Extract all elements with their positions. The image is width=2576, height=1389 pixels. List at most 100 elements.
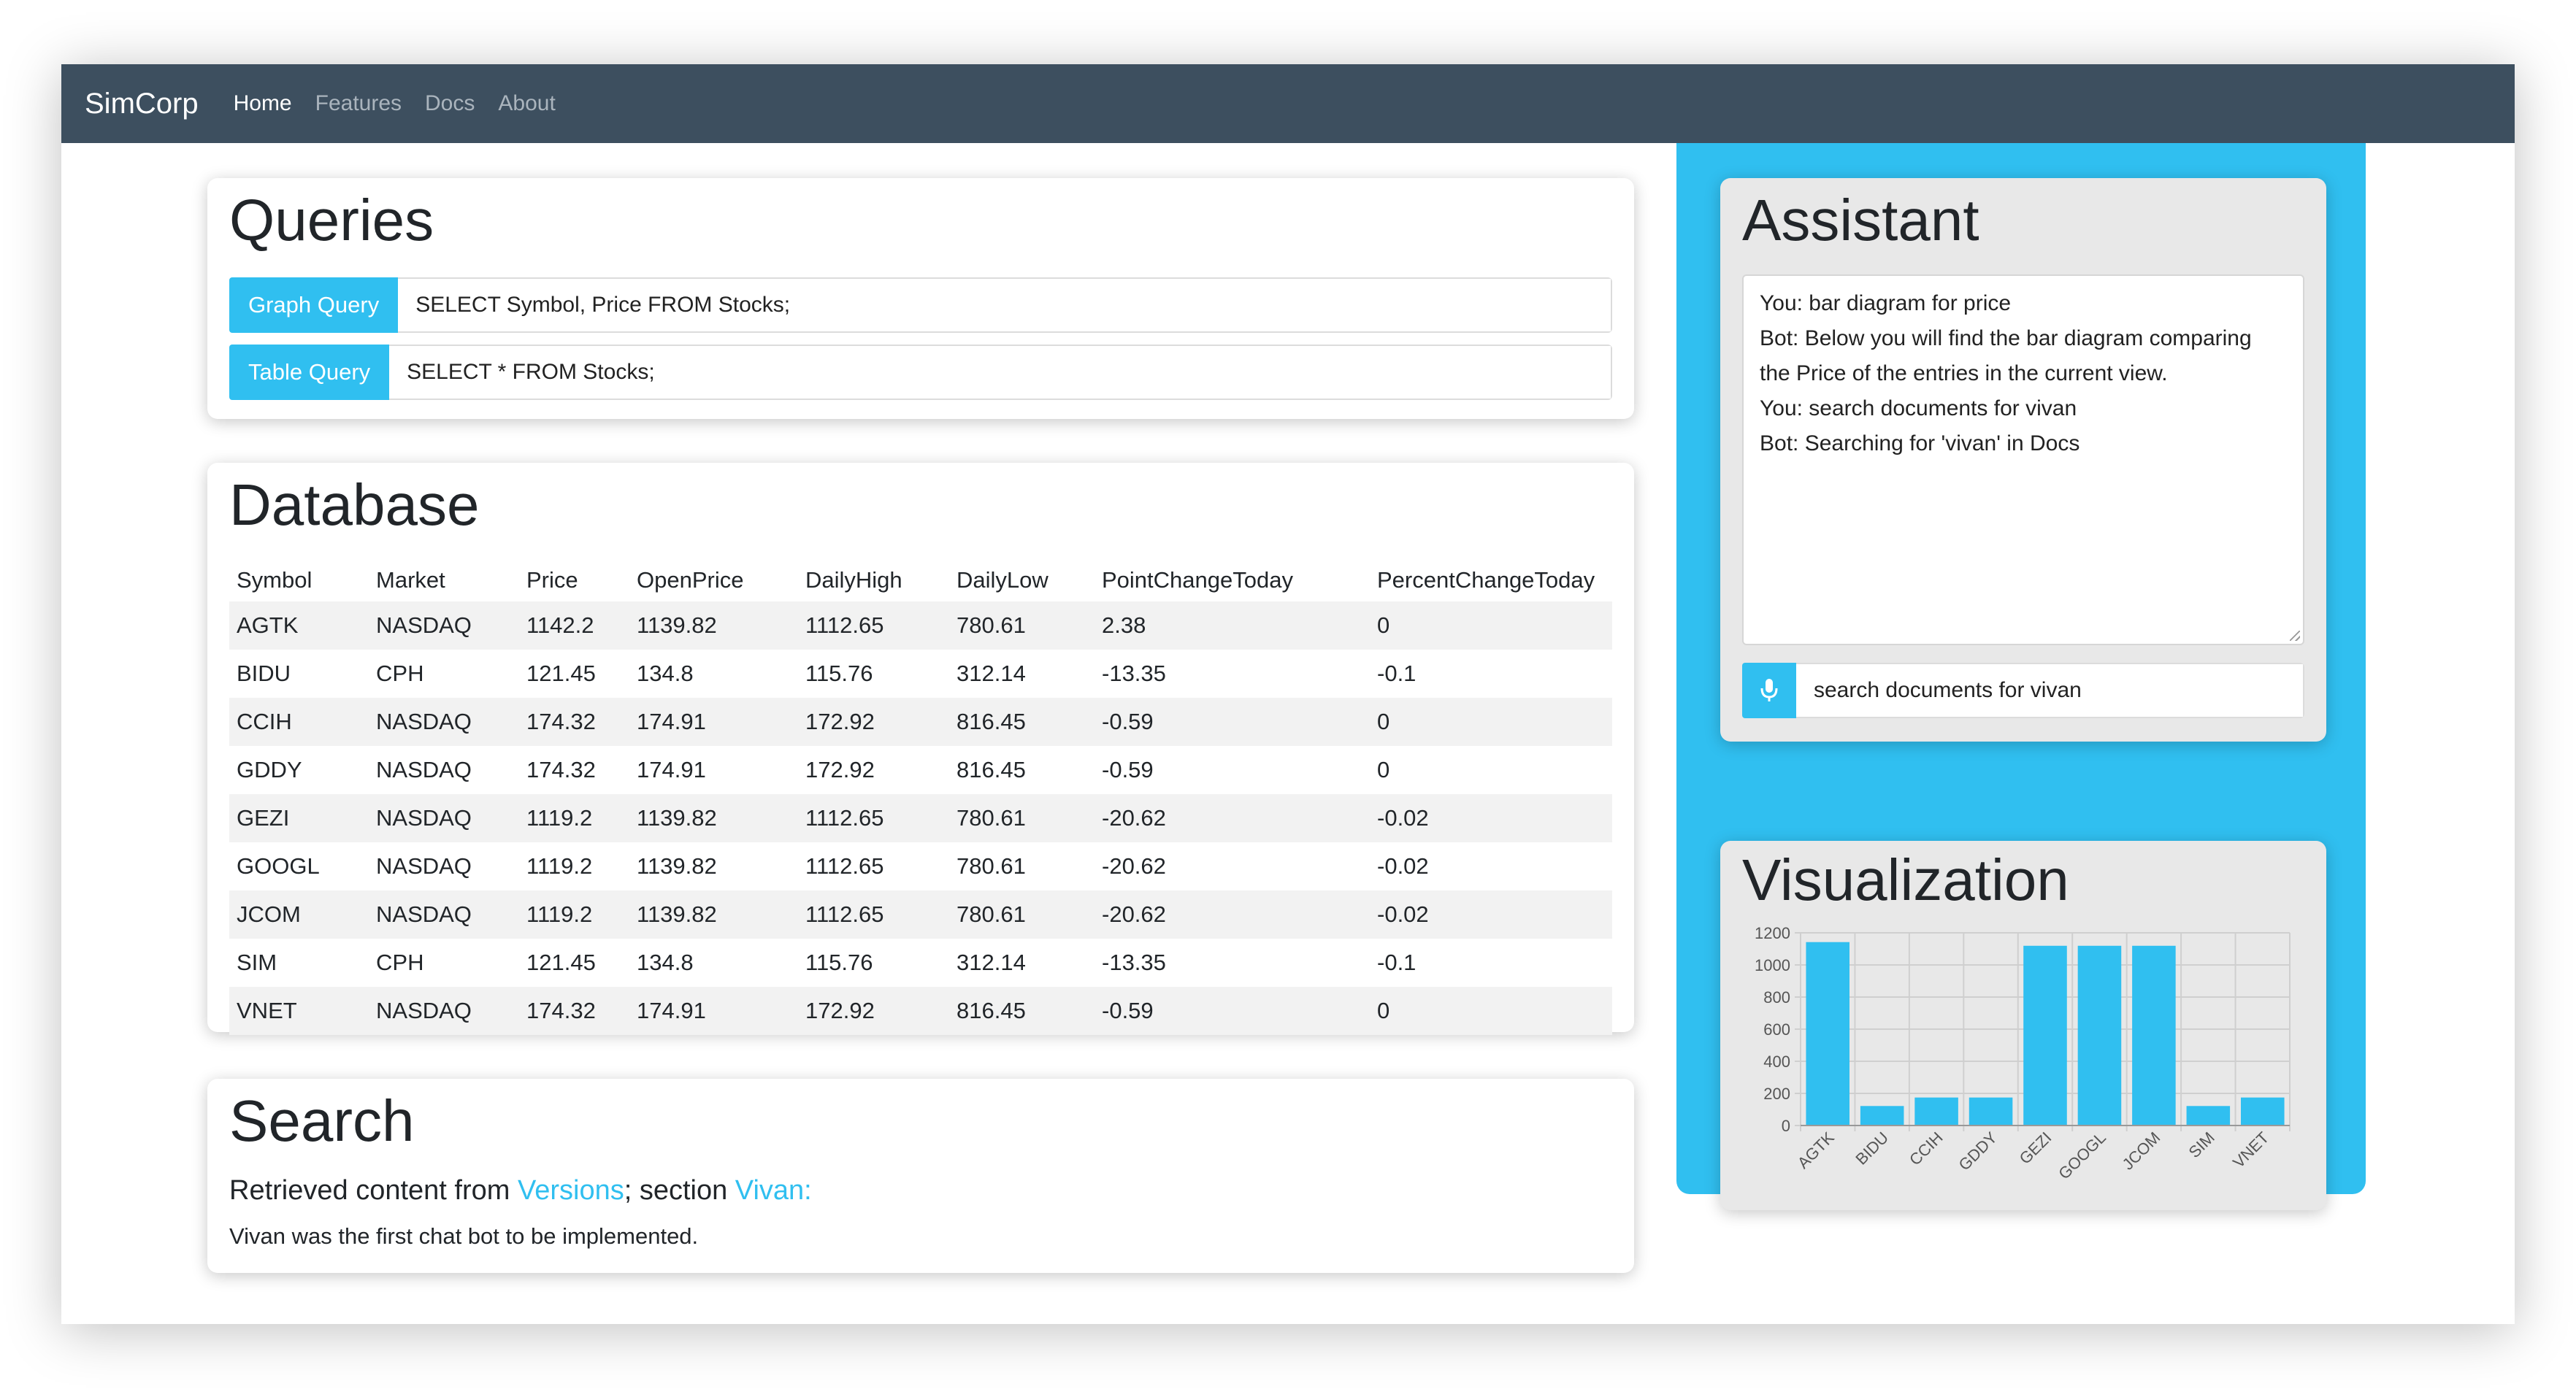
chat-log[interactable]: You: bar diagram for price Bot: Below yo…: [1742, 274, 2304, 645]
table-cell: 134.8: [637, 661, 694, 686]
column-header: OpenPrice: [637, 567, 744, 593]
table-cell: SIM: [237, 950, 277, 975]
column-header: Market: [376, 567, 445, 593]
x-tick-label: GEZI: [2016, 1128, 2055, 1168]
table-cell: 115.76: [805, 661, 873, 686]
table-query-group: Table Query: [229, 345, 1612, 400]
bar: [2241, 1097, 2285, 1126]
x-tick-label: AGTK: [1794, 1128, 1838, 1172]
table-cell: 0: [1370, 698, 1612, 746]
table-cell: GOOGL: [237, 853, 320, 879]
table-cell: 174.32: [519, 698, 629, 746]
resize-handle[interactable]: [2290, 631, 2300, 641]
x-tick-label: SIM: [2185, 1128, 2218, 1161]
table-query-label: Table Query: [229, 345, 390, 400]
table-cell: -0.59: [1102, 757, 1154, 782]
search-title: Search: [229, 1088, 415, 1153]
table-cell: 1139.82: [629, 601, 798, 650]
table-cell: -0.1: [1377, 661, 1417, 686]
visualization-title: Visualization: [1742, 847, 2069, 912]
table-cell: 780.61: [949, 890, 1095, 939]
table-row: JCOM NASDAQ 1119.2 1139.82 1112.65 780.61 -20.…: [229, 890, 1612, 939]
table-cell: 172.92: [798, 698, 949, 746]
search-snippet: Vivan was the first chat bot to be imple…: [229, 1223, 699, 1249]
table-cell: -0.02: [1377, 853, 1429, 879]
table-cell: 1139.82: [637, 853, 717, 879]
table-query-input[interactable]: [389, 346, 1611, 399]
price-bar-chart: 0 200 400 600 800 1000 1200 AGTK BIDU CCIH GDDY GEZ…: [1755, 924, 2291, 1183]
table-row: VNET NASDAQ 174.32 174.91 172.92 816.45 -0.59 0: [229, 987, 1612, 1035]
table-row: SIM CPH 121.45 134.8 115.76 312.14 -13.35 -0.1: [229, 939, 1612, 987]
y-tick-label: 1000: [1755, 956, 1790, 974]
nav-docs[interactable]: Docs: [425, 91, 475, 116]
chat-message: Bot: Below you will find the bar diagram…: [1760, 326, 2252, 385]
table-cell: 1112.65: [798, 794, 949, 842]
chat-input-group: [1742, 663, 2304, 718]
chat-input[interactable]: [1796, 664, 2303, 717]
bar: [2186, 1106, 2231, 1126]
x-tick-label: GDDY: [1955, 1128, 2001, 1174]
brand-logo[interactable]: SimCorp: [85, 88, 199, 120]
table-cell: 134.8: [637, 950, 694, 975]
table-cell: 816.45: [949, 987, 1095, 1035]
table-cell: 1139.82: [629, 794, 798, 842]
table-cell: 780.61: [949, 601, 1095, 650]
table-row: BIDU CPH 121.45 134.8 115.76 312.14 -13.35 -0.1: [229, 650, 1612, 698]
table-cell: -0.59: [1095, 698, 1370, 746]
microphone-icon[interactable]: [1742, 663, 1796, 718]
visualization-card: Visualization 0 200 400 600 800 1000 1200 AGTK B…: [1720, 841, 2326, 1210]
versions-link[interactable]: Versions: [518, 1175, 624, 1206]
table-cell: 1119.2: [526, 853, 593, 879]
chat-message: You: bar diagram for price: [1760, 291, 2012, 315]
table-cell: GEZI: [229, 794, 369, 842]
y-tick-label: 0: [1782, 1117, 1790, 1135]
table-cell: JCOM: [229, 890, 369, 939]
y-tick-label: 1200: [1755, 924, 1790, 942]
vivan-section-link[interactable]: Vivan:: [735, 1175, 812, 1206]
chat-message: You: search documents for vivan: [1760, 396, 2077, 420]
bar: [2077, 945, 2122, 1126]
y-tick-label: 400: [1763, 1053, 1790, 1071]
column-header: Symbol: [237, 567, 313, 593]
bar: [1914, 1097, 1958, 1126]
assistant-title: Assistant: [1742, 188, 1979, 253]
nav-about[interactable]: About: [498, 91, 555, 116]
table-cell: 780.61: [949, 794, 1095, 842]
database-title: Database: [229, 472, 480, 537]
bar: [1860, 1106, 1904, 1126]
nav-home[interactable]: Home: [234, 91, 292, 116]
table-cell: -0.02: [1370, 890, 1612, 939]
table-cell: 0: [1370, 987, 1612, 1035]
chat-message: Bot: Searching for 'vivan' in Docs: [1760, 431, 2080, 455]
table-cell: VNET: [229, 987, 369, 1035]
table-cell: -13.35: [1102, 661, 1166, 686]
x-tick-label: GOOGL: [2055, 1128, 2109, 1183]
table-cell: -20.62: [1102, 853, 1166, 879]
table-cell: 780.61: [957, 853, 1026, 879]
retrieved-prefix: Retrieved content from: [229, 1175, 518, 1206]
graph-query-input[interactable]: [398, 279, 1611, 331]
table-cell: 174.32: [526, 757, 596, 782]
table-row: GDDY NASDAQ 174.32 174.91 172.92 816.45 -0.59 0: [229, 746, 1612, 794]
app-window: SimCorp Home Features Docs About Queries…: [61, 64, 2515, 1324]
table-cell: GDDY: [237, 757, 302, 782]
nav-features[interactable]: Features: [315, 91, 402, 116]
table-cell: 1112.65: [798, 601, 949, 650]
table-cell: 312.14: [957, 950, 1026, 975]
table-row: AGTK NASDAQ 1142.2 1139.82 1112.65 780.61 2.38…: [229, 601, 1612, 650]
table-cell: 121.45: [526, 661, 596, 686]
table-cell: 816.45: [957, 757, 1026, 782]
table-cell: -20.62: [1095, 890, 1370, 939]
column-header: PointChangeToday: [1102, 567, 1293, 593]
table-cell: 816.45: [949, 698, 1095, 746]
table-cell: -20.62: [1095, 794, 1370, 842]
x-tick-label: CCIH: [1906, 1128, 1947, 1169]
y-tick-label: 200: [1763, 1085, 1790, 1103]
y-tick-label: 800: [1763, 988, 1790, 1007]
table-cell: CPH: [376, 950, 424, 975]
column-header: DailyHigh: [805, 567, 902, 593]
table-cell: 172.92: [805, 757, 875, 782]
table-cell: 1119.2: [519, 794, 629, 842]
table-cell: -13.35: [1102, 950, 1166, 975]
table-cell: 174.32: [519, 987, 629, 1035]
